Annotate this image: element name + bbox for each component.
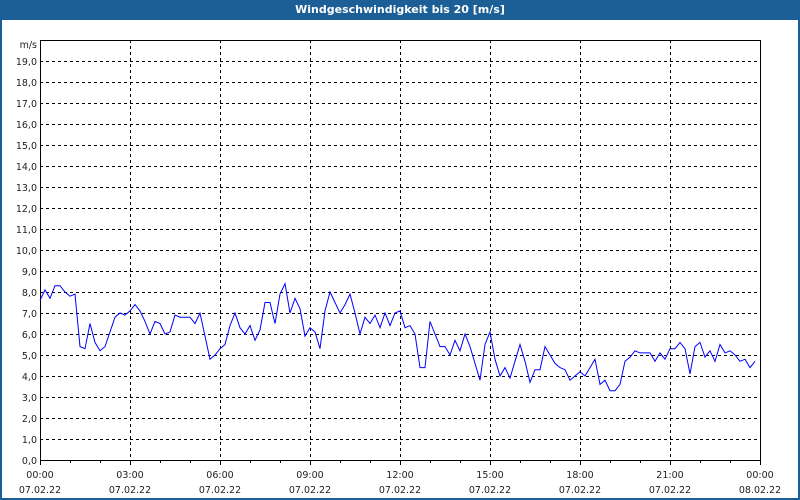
y-tick-label: 13,0 xyxy=(16,183,37,194)
y-tick-label: 17,0 xyxy=(16,99,37,110)
y-tick-label: 14,0 xyxy=(16,162,37,173)
x-tick-time-label: 15:00 xyxy=(476,470,503,481)
x-tick-time-label: 09:00 xyxy=(296,470,323,481)
x-tick-time-label: 00:00 xyxy=(746,470,773,481)
y-tick-label: 12,0 xyxy=(16,204,37,215)
y-tick-label: 8,0 xyxy=(22,288,37,299)
y-tick-label: 1,0 xyxy=(22,435,37,446)
x-tick-date-label: 07.02.22 xyxy=(199,485,241,496)
y-tick-label: 5,0 xyxy=(22,351,37,362)
x-tick-time-label: 12:00 xyxy=(386,470,413,481)
y-tick-label: 3,0 xyxy=(22,393,37,404)
x-tick-date-label: 07.02.22 xyxy=(469,485,511,496)
y-tick-label: 16,0 xyxy=(16,120,37,131)
x-tick-date-label: 07.02.22 xyxy=(379,485,421,496)
x-tick-time-label: 00:00 xyxy=(26,470,53,481)
x-tick-date-label: 07.02.22 xyxy=(559,485,601,496)
x-tick-time-label: 06:00 xyxy=(206,470,233,481)
y-tick-label: 7,0 xyxy=(22,309,37,320)
wind-speed-chart: 0,0 1,0 2,0 3,0 4,0 5,0 6,0 7,0 8,0 9,0 10,0 11,0 12… xyxy=(16,40,781,496)
y-tick-label: 4,0 xyxy=(22,372,37,383)
y-tick-label: 15,0 xyxy=(16,141,37,152)
x-tick-time-label: 18:00 xyxy=(566,470,593,481)
y-tick-label: 10,0 xyxy=(16,246,37,257)
grid xyxy=(40,40,760,460)
y-tick-label: 2,0 xyxy=(22,414,37,425)
y-axis-unit-label: m/s xyxy=(20,40,37,51)
y-tick-label: 19,0 xyxy=(16,57,37,68)
y-tick-label: 11,0 xyxy=(16,225,37,236)
y-tick-label: 0,0 xyxy=(22,456,37,467)
x-tick-date-label: 07.02.22 xyxy=(19,485,61,496)
x-tick-time-label: 21:00 xyxy=(656,470,683,481)
y-tick-label: 18,0 xyxy=(16,78,37,89)
x-tick-date-label: 07.02.22 xyxy=(649,485,691,496)
x-tick-date-label: 08.02.22 xyxy=(739,485,781,496)
x-tick-date-label: 07.02.22 xyxy=(289,485,331,496)
x-tick-time-label: 03:00 xyxy=(116,470,143,481)
wind-speed-line xyxy=(39,281,756,392)
y-tick-label: 9,0 xyxy=(22,267,37,278)
x-tick-date-label: 07.02.22 xyxy=(109,485,151,496)
y-tick-label: 6,0 xyxy=(22,330,37,341)
